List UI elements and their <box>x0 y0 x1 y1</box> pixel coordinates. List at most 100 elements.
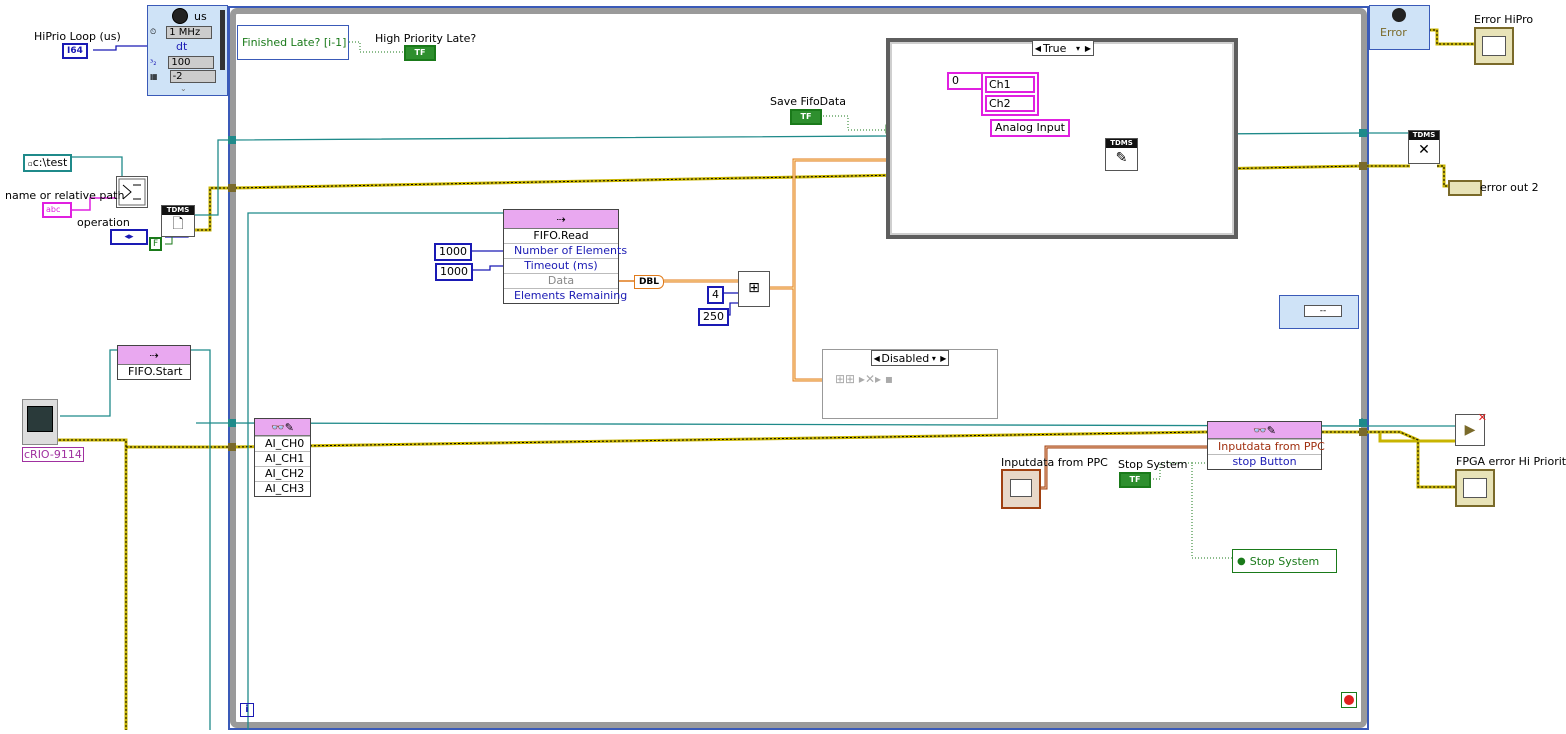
num-elements-constant[interactable]: 1000 <box>434 243 472 261</box>
case-next-icon[interactable]: ▶ <box>1083 44 1093 53</box>
reshape-dim1-constant[interactable]: 4 <box>707 286 724 304</box>
finished-late-node[interactable]: Finished Late? [i-1] <box>237 25 349 60</box>
save-fifo-control[interactable]: TF <box>790 109 822 125</box>
pencil-icon: ✎ <box>1115 150 1128 166</box>
inputdata-row[interactable]: Inputdata from PPC <box>1208 439 1325 454</box>
ai-ch3-row[interactable]: AI_CH3 <box>255 481 310 496</box>
fpga-error-cluster-icon <box>1463 478 1487 498</box>
processor-icon: ▦ <box>150 71 158 81</box>
name-string-terminal[interactable]: abc <box>42 202 72 218</box>
merge-errors-node[interactable]: ▶ ✕ <box>1455 411 1487 446</box>
fifo-read-row-num-elements[interactable]: Number of Elements <box>504 243 627 258</box>
channel-item-2: Ch2 <box>985 95 1035 112</box>
high-priority-late-label: High Priority Late? <box>375 32 477 45</box>
disable-prev-icon[interactable]: ◀ <box>872 354 881 363</box>
fifo-read-row-remaining[interactable]: Elements Remaining <box>504 288 627 303</box>
ai-ch2-row[interactable]: AI_CH2 <box>255 466 310 481</box>
inputdata-cluster-terminal[interactable] <box>1001 469 1041 509</box>
loop-stop-terminal[interactable] <box>1341 692 1357 708</box>
stop-icon <box>1344 695 1354 705</box>
fifo-read-row-timeout[interactable]: Timeout (ms) <box>504 258 618 273</box>
high-priority-late-indicator: TF <box>404 45 436 61</box>
offset-icon: ³₂ <box>150 57 157 67</box>
stop-button-row[interactable]: stop Button <box>1208 454 1321 469</box>
stop-system-property-node[interactable]: ● Stop System <box>1232 549 1337 573</box>
processor-row: ▦ -2 <box>150 69 220 83</box>
group-name-constant[interactable]: Analog Input <box>990 119 1070 137</box>
false-constant[interactable]: F <box>149 237 163 251</box>
operation-label: operation <box>77 216 130 229</box>
ai-ch0-row[interactable]: AI_CH0 <box>255 436 310 451</box>
to-dbl-node[interactable]: DBL <box>634 275 664 289</box>
status-constant-node[interactable]: -- <box>1279 295 1359 329</box>
tdms-write-node[interactable]: TDMS ✎ <box>1105 138 1138 171</box>
operation-enum-terminal[interactable]: ◂▸ <box>110 229 148 245</box>
disable-dropdown-icon[interactable]: ▾ <box>929 354 938 363</box>
case-selector-true[interactable]: ◀ True ▾ ▶ <box>1032 40 1094 56</box>
read-write-node-right[interactable]: 👓✎ Inputdata from PPC stop Button <box>1207 421 1325 470</box>
name-or-path-label: name or relative path <box>5 189 125 202</box>
fifo-read-header: ⇢ <box>504 210 618 229</box>
error-x-icon: ✕ <box>1477 411 1487 424</box>
disable-selector[interactable]: ◀ Disabled ▾ ▶ <box>871 350 949 366</box>
save-fifo-label: Save FifoData <box>770 95 846 108</box>
tdms-close-node[interactable]: TDMS ✕ <box>1408 130 1440 164</box>
ai-ch1-row[interactable]: AI_CH1 <box>255 451 310 466</box>
disable-structure[interactable]: ◀ Disabled ▾ ▶ ⊞⊞ ▸✕▸ ▪ <box>822 349 998 419</box>
timed-loop-output-node[interactable]: Error <box>1369 5 1430 50</box>
offset-row: ³₂ 100 <box>150 55 220 69</box>
channel-item-1: Ch1 <box>985 76 1035 93</box>
cluster-icon <box>1010 479 1032 497</box>
reshape-array-node[interactable]: ⊞ <box>738 271 770 307</box>
clock-unit-label: us <box>194 10 207 23</box>
error-output-label: Error <box>1380 26 1407 39</box>
loop-iteration-terminal: i <box>240 703 254 717</box>
read-write-node-left[interactable]: 👓✎ AI_CH0 AI_CH1 AI_CH2 AI_CH3 <box>254 418 311 497</box>
property-icon: ● <box>1237 555 1246 567</box>
fpga-error-label: FPGA error Hi Priority <box>1456 455 1566 468</box>
dt-label: dt <box>176 40 188 53</box>
crio-device-icon <box>27 406 53 432</box>
read-write-right-header: 👓✎ <box>1208 422 1321 439</box>
source-icon: ⏲ <box>150 27 157 36</box>
stop-system-control[interactable]: TF <box>1119 472 1151 488</box>
fifo-read-node[interactable]: ⇢ FIFO.Read Number of Elements Timeout (… <box>503 209 627 304</box>
path-constant[interactable]: ▫c:\test <box>23 154 73 172</box>
channel-array-constant[interactable]: Ch1 Ch2 <box>981 72 1039 116</box>
wire-diagram <box>55 6 1474 730</box>
inputdata-label: Inputdata from PPC <box>1001 456 1108 469</box>
error-out-2-label: error out 2 <box>1480 181 1539 194</box>
fifo-read-row-data[interactable]: Data <box>504 273 618 288</box>
fifo-start-title: FIFO.Start <box>128 365 183 378</box>
case-structure-true[interactable]: ◀ True ▾ ▶ <box>886 38 1238 239</box>
timeout-constant[interactable]: 1000 <box>435 263 473 281</box>
file-close-icon: ✕ <box>1418 142 1430 158</box>
file-open-icon: 🗋 <box>172 216 184 232</box>
case-dropdown-icon[interactable]: ▾ <box>1073 44 1083 53</box>
reshape-dim2-constant[interactable]: 250 <box>698 308 729 326</box>
case-prev-icon[interactable]: ◀ <box>1033 44 1043 53</box>
source-row: ⏲ 1 MHz <box>150 25 220 39</box>
error-cluster-icon <box>1482 36 1506 56</box>
offset-value: 100 <box>168 55 215 69</box>
tdms-open-node[interactable]: TDMS 🗋 <box>161 205 195 237</box>
case-selector-value: True <box>1043 41 1067 55</box>
index-value: 0 <box>952 74 959 87</box>
hiprio-loop-terminal[interactable]: I64 <box>62 43 88 59</box>
crio-target-node[interactable] <box>22 399 58 445</box>
disable-next-icon[interactable]: ▶ <box>939 354 948 363</box>
stop-system-property-label: Stop System <box>1249 554 1320 568</box>
error-hipro-indicator <box>1474 27 1514 65</box>
status-constant-value: -- <box>1304 305 1342 317</box>
fifo-start-header: ⇢ <box>118 346 190 365</box>
timed-loop-input-node[interactable]: us ⏲ 1 MHz dt ³₂ 100 ▦ -2 ⌄ <box>147 5 228 96</box>
index-constant[interactable]: 0 <box>947 72 983 90</box>
tdms-open-header: TDMS <box>162 206 194 215</box>
error-out-2-indicator <box>1448 180 1482 196</box>
hiprio-loop-label: HiPrio Loop (us) <box>34 30 121 43</box>
processor-value: -2 <box>169 69 216 83</box>
loop-scrollbar <box>220 10 225 70</box>
clock-icon <box>172 8 188 24</box>
error-hipro-label: Error HiPro <box>1474 13 1534 26</box>
fifo-start-node[interactable]: ⇢ FIFO.Start <box>117 345 191 380</box>
